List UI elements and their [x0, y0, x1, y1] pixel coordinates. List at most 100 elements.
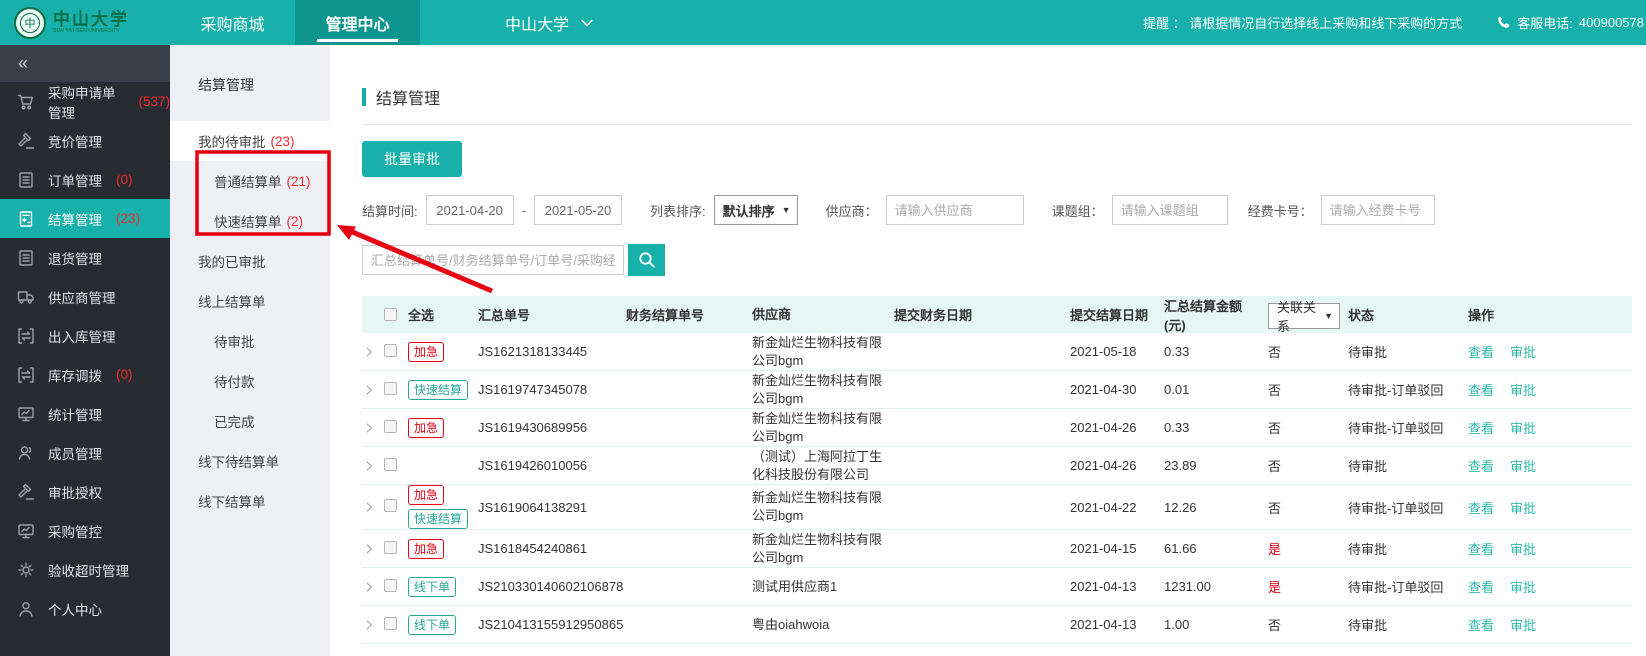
submenu-item[interactable]: 我的待审批 (23) [170, 121, 330, 161]
row-checkbox[interactable] [384, 540, 397, 554]
submenu-item[interactable]: 线下待结算单 [170, 441, 330, 481]
users-icon [16, 443, 36, 463]
date-from-input[interactable] [425, 195, 514, 225]
table-row: 加急 JS1618454240861 新金灿烂生物科技有限公司bgm 2021-… [362, 530, 1632, 568]
sidebar-item[interactable]: 审批授权 [0, 472, 170, 511]
sidebar-item[interactable]: 订单管理 (0) [0, 160, 170, 199]
approve-link[interactable]: 审批 [1510, 380, 1536, 399]
submenu-item[interactable]: 快速结算单 (2) [170, 201, 330, 241]
row-checkbox[interactable] [384, 578, 397, 592]
settlement-table: 全选 汇总单号 财务结算单号 供应商 提交财务日期 提交结算日期 汇总结算金额(… [362, 296, 1632, 644]
approve-link[interactable]: 审批 [1510, 418, 1536, 437]
submenu-item[interactable]: 线上结算单 [170, 281, 330, 321]
summary-order-no: JS1619747345078 [478, 382, 588, 397]
row-checkbox[interactable] [384, 343, 397, 357]
view-link[interactable]: 查看 [1468, 577, 1494, 596]
phone-icon [1498, 16, 1510, 28]
phone-label: 客服电话: [1517, 16, 1573, 31]
row-expand-icon[interactable] [362, 384, 384, 396]
sidebar-item[interactable]: 退货管理 [0, 238, 170, 277]
row-expand-icon[interactable] [362, 501, 384, 513]
settle-amount: 1231.00 [1164, 579, 1211, 594]
nav-tab-mall[interactable]: 采购商城 [170, 0, 295, 45]
table-row: 线下单 JS210330140602106878 测试用供应商1 2021-04… [362, 568, 1632, 606]
sidebar-item[interactable]: 统计管理 [0, 394, 170, 433]
sidebar-item[interactable]: 供应商管理 [0, 277, 170, 316]
sidebar-item[interactable]: 结算管理 (23) [0, 199, 170, 238]
row-badges: 线下单 [408, 614, 478, 635]
sidebar-item[interactable]: 采购管控 [0, 511, 170, 550]
view-link[interactable]: 查看 [1468, 615, 1494, 634]
status-text: 待审批-订单驳回 [1348, 500, 1444, 516]
search-button[interactable] [628, 244, 665, 276]
approve-link[interactable]: 审批 [1510, 498, 1536, 517]
batch-approve-button[interactable]: 批量审批 [362, 141, 462, 177]
date-to-input[interactable] [533, 195, 622, 225]
table-row: 线下单 JS210413155912950865 粤由oiahwoia 2021… [362, 606, 1632, 644]
view-link[interactable]: 查看 [1468, 380, 1494, 399]
truck-icon [16, 287, 36, 307]
row-checkbox[interactable] [384, 616, 397, 630]
org-name: 中山大学 [505, 16, 570, 34]
table-row: 快速结算 JS1619747345078 新金灿烂生物科技有限公司bgm 202… [362, 371, 1632, 409]
sort-select[interactable]: 默认排序 ▼ [713, 195, 798, 225]
relation-flag: 否 [1268, 345, 1282, 360]
row-badges: 快速结算 [408, 379, 478, 400]
card-input[interactable] [1320, 195, 1435, 225]
search-input[interactable] [362, 245, 624, 275]
select-all-checkbox[interactable] [384, 308, 397, 321]
settle-amount: 0.33 [1164, 344, 1190, 359]
view-link[interactable]: 查看 [1468, 456, 1494, 475]
sidebar-collapse-button[interactable]: « [0, 45, 170, 82]
search-row [362, 244, 1632, 276]
submenu-item[interactable]: 线下结算单 [170, 481, 330, 521]
row-expand-icon[interactable] [362, 581, 384, 593]
supplier-name: 新金灿烂生物科技有限公司bgm [752, 334, 883, 368]
col-action: 操作 [1468, 308, 1495, 323]
view-link[interactable]: 查看 [1468, 418, 1494, 437]
approve-link[interactable]: 审批 [1510, 577, 1536, 596]
row-checkbox[interactable] [384, 457, 397, 471]
view-link[interactable]: 查看 [1468, 498, 1494, 517]
sidebar-item[interactable]: 出入库管理 [0, 316, 170, 355]
row-expand-icon[interactable] [362, 619, 384, 631]
badge-red: 加急 [408, 485, 445, 505]
view-link[interactable]: 查看 [1468, 342, 1494, 361]
row-expand-icon[interactable] [362, 422, 384, 434]
group-input[interactable] [1111, 195, 1228, 225]
row-checkbox[interactable] [384, 419, 397, 433]
supplier-input[interactable] [885, 195, 1024, 225]
submenu-item[interactable]: 待付款 [170, 361, 330, 401]
sidebar-item[interactable]: 成员管理 [0, 433, 170, 472]
service-phone: 客服电话: 400900578 [1462, 0, 1646, 45]
submenu-item[interactable]: 普通结算单 (21) [170, 161, 330, 201]
sidebar-item[interactable]: 验收超时管理 [0, 550, 170, 589]
submenu-item[interactable]: 我的已审批 [170, 241, 330, 281]
approve-link[interactable]: 审批 [1510, 456, 1536, 475]
nav-tab-admin-center[interactable]: 管理中心 [295, 0, 420, 45]
header-notice: 提醒 ： 请根据情况自行选择线上采购和线下采购的方式 [1143, 16, 1463, 31]
col-supplier: 供应商 [752, 306, 792, 322]
sidebar-item[interactable]: 采购申请单管理 (537) [0, 82, 170, 121]
sidebar-item[interactable]: 库存调拨 (0) [0, 355, 170, 394]
row-checkbox[interactable] [384, 499, 397, 512]
row-expand-icon[interactable] [362, 543, 384, 555]
approve-link[interactable]: 审批 [1510, 539, 1536, 558]
approve-link[interactable]: 审批 [1510, 342, 1536, 361]
org-selector[interactable]: 中山大学 [420, 0, 655, 45]
col-summary-no: 汇总单号 [478, 308, 531, 323]
row-expand-icon[interactable] [362, 346, 384, 358]
view-link[interactable]: 查看 [1468, 539, 1494, 558]
user-icon [16, 599, 36, 619]
relation-filter-select[interactable]: 关联关系 ▼ [1268, 300, 1340, 334]
row-expand-icon[interactable] [362, 460, 384, 472]
submenu-item[interactable]: 已完成 [170, 401, 330, 441]
submenu-item[interactable]: 待审批 [170, 321, 330, 361]
row-badges: 加急 快速结算 [408, 485, 478, 529]
sidebar-item[interactable]: 个人中心 [0, 589, 170, 628]
sidebar-item[interactable]: 竞价管理 [0, 121, 170, 160]
status-text: 待审批-订单驳回 [1348, 383, 1444, 398]
settlement-submenu: 结算管理 我的待审批 (23) 普通结算单 (21) 快速结算单 (2) 我的已… [170, 45, 330, 656]
approve-link[interactable]: 审批 [1510, 615, 1536, 634]
row-checkbox[interactable] [384, 381, 397, 395]
